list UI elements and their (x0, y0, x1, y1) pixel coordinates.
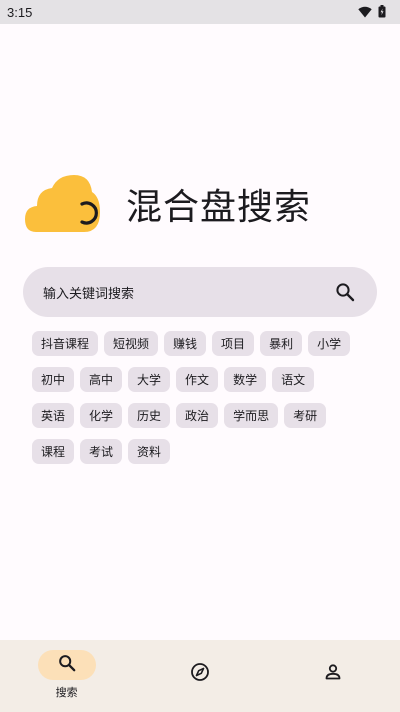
tag-chip[interactable]: 语文 (272, 367, 315, 392)
person-icon[interactable] (323, 662, 343, 686)
nav-explore[interactable] (150, 640, 250, 686)
tag-chip[interactable]: 课程 (32, 439, 75, 464)
tag-chip[interactable]: 历史 (128, 403, 171, 428)
app-screen: 3:15 混合盘搜索 输入关键词搜索 抖音课程 短视频 赚钱 项目 暴利 小学 … (0, 0, 400, 712)
tag-chip[interactable]: 考试 (80, 439, 123, 464)
app-title: 混合盘搜索 (126, 187, 312, 228)
search-bar[interactable]: 输入关键词搜索 (23, 267, 377, 317)
compass-icon[interactable] (190, 662, 210, 686)
tag-chip[interactable]: 资料 (128, 439, 171, 464)
tag-chip[interactable]: 数学 (224, 367, 267, 392)
tag-chip[interactable]: 大学 (128, 367, 171, 392)
nav-search[interactable]: 搜索 (17, 640, 117, 700)
tag-chip[interactable]: 化学 (80, 403, 123, 428)
tag-chip[interactable]: 政治 (176, 403, 219, 428)
tag-chip[interactable]: 作文 (176, 367, 219, 392)
tag-chip[interactable]: 高中 (80, 367, 123, 392)
status-bar: 3:15 (0, 0, 400, 24)
wifi-icon (358, 3, 372, 22)
tag-chip[interactable]: 赚钱 (164, 331, 207, 356)
logo-row: 混合盘搜索 (24, 172, 311, 236)
tag-chip[interactable]: 项目 (212, 331, 255, 356)
tag-chip[interactable]: 短视频 (104, 331, 159, 356)
tag-chip[interactable]: 考研 (284, 403, 327, 428)
search-icon[interactable] (333, 280, 357, 304)
nav-active-indicator[interactable] (37, 650, 96, 680)
search-input[interactable]: 输入关键词搜索 (43, 283, 333, 302)
bottom-nav: 搜索 (0, 640, 400, 712)
tag-chip[interactable]: 学而思 (224, 403, 279, 428)
status-time: 3:15 (7, 4, 33, 20)
tag-chip[interactable]: 抖音课程 (32, 331, 99, 356)
nav-profile[interactable] (283, 640, 383, 686)
nav-search-label[interactable]: 搜索 (56, 684, 78, 700)
search-icon[interactable] (58, 654, 76, 676)
tag-chip[interactable]: 初中 (32, 367, 75, 392)
cloud-logo-icon (24, 172, 102, 236)
status-icons (358, 3, 386, 22)
keyword-tags: 抖音课程 短视频 赚钱 项目 暴利 小学 初中 高中 大学 作文 数学 语文 英… (32, 331, 362, 464)
tag-chip[interactable]: 小学 (308, 331, 351, 356)
battery-icon (378, 3, 386, 22)
tag-chip[interactable]: 暴利 (260, 331, 303, 356)
tag-chip[interactable]: 英语 (32, 403, 75, 428)
